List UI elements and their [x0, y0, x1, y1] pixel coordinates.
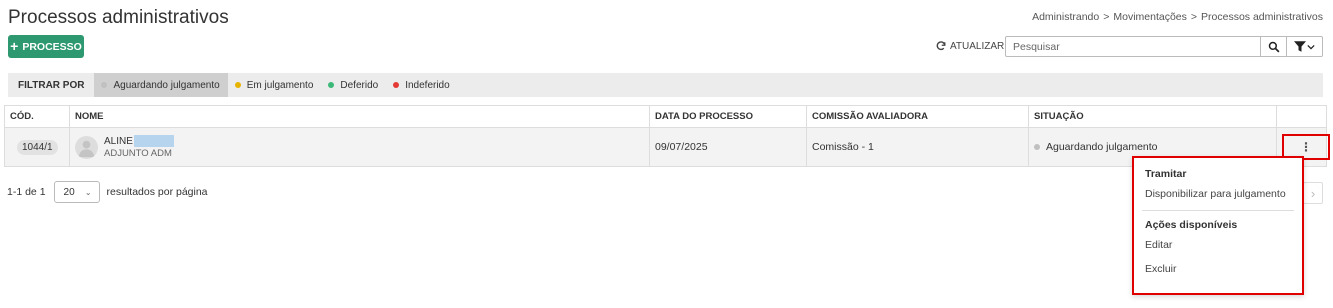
status-dot-icon [393, 82, 400, 88]
cell-committee: Comissão - 1 [806, 127, 1029, 167]
filter-chip-label: Aguardando julgamento [113, 79, 220, 91]
breadcrumb-separator: > [1103, 11, 1110, 23]
person-name: ALINE [104, 135, 133, 147]
status-dot-icon [1034, 144, 1040, 150]
filter-deferido[interactable]: Deferido [321, 73, 386, 97]
column-header-date[interactable]: DATA DO PROCESSO [649, 105, 807, 128]
cell-date: 09/07/2025 [649, 127, 807, 167]
menu-item-editar[interactable]: Editar [1134, 233, 1302, 257]
next-page-button[interactable]: › [1303, 182, 1323, 204]
process-table: CÓD. NOME DATA DO PROCESSO COMISSÃO AVAL… [4, 105, 1330, 167]
column-header-code[interactable]: CÓD. [4, 105, 70, 128]
search-icon [1268, 41, 1279, 52]
chevron-down-icon: ⌄ [84, 187, 92, 197]
funnel-icon [1294, 41, 1306, 52]
breadcrumb: Administrando > Movimentações > Processos ad… [1032, 11, 1323, 23]
row-actions-menu: Tramitar Disponibilizar para julgamento … [1132, 156, 1304, 295]
menu-section-acoes: Ações disponíveis [1145, 219, 1238, 231]
filter-em-julgamento[interactable]: Em julgamento [228, 73, 322, 97]
menu-section-tramitar: Tramitar [1145, 168, 1187, 180]
chevron-down-icon [1307, 44, 1315, 49]
column-header-name[interactable]: NOME [69, 105, 650, 128]
status-dot-icon [234, 82, 241, 88]
user-silhouette-icon [78, 140, 95, 157]
person-role: ADJUNTO ADM [104, 148, 172, 159]
refresh-icon [936, 41, 946, 51]
pagination: 1-1 de 1 20 ⌄ resultados por página [7, 181, 208, 203]
breadcrumb-item-current: Processos administrativos [1201, 11, 1323, 23]
column-header-committee[interactable]: COMISSÃO AVALIADORA [806, 105, 1029, 128]
filter-chip-label: Em julgamento [246, 79, 314, 91]
plus-icon: + [10, 38, 19, 54]
redacted-name-blur [133, 135, 174, 147]
search-button[interactable] [1260, 36, 1287, 57]
filter-label: FILTRAR POR [18, 79, 85, 91]
status-label: Aguardando julgamento [1046, 141, 1158, 153]
advanced-filter-button[interactable] [1287, 36, 1323, 57]
column-header-status[interactable]: SITUAÇÃO [1028, 105, 1277, 128]
avatar [75, 135, 98, 159]
filter-chip-label: Deferido [340, 79, 379, 91]
menu-item-excluir[interactable]: Excluir [1134, 257, 1302, 281]
column-header-actions [1276, 105, 1327, 128]
status-filter-bar: FILTRAR POR Aguardando julgamento Em jul… [8, 73, 1323, 97]
chevron-right-icon: › [1310, 185, 1316, 201]
page-size-value: 20 [63, 186, 75, 198]
filter-indeferido[interactable]: Indeferido [386, 73, 457, 97]
status-dot-icon [328, 82, 335, 88]
status-dot-icon [101, 82, 108, 88]
cell-code: 1044/1 [4, 127, 70, 167]
refresh-label: ATUALIZAR [950, 40, 1005, 52]
menu-item-disponibilizar[interactable]: Disponibilizar para julgamento [1134, 182, 1302, 206]
filter-chip-label: Indeferido [405, 79, 450, 91]
cell-name: ALINE ADJUNTO ADM [69, 127, 650, 167]
new-process-label: PROCESSO [22, 40, 82, 53]
result-range: 1-1 de 1 [7, 186, 46, 198]
refresh-button[interactable]: ATUALIZAR [935, 40, 1004, 52]
page-size-select[interactable]: 20 ⌄ [53, 181, 100, 203]
filter-aguardando-julgamento[interactable]: Aguardando julgamento [94, 73, 228, 97]
new-process-button[interactable]: + PROCESSO [8, 35, 84, 58]
table-header-row: CÓD. NOME DATA DO PROCESSO COMISSÃO AVAL… [4, 105, 1327, 128]
breadcrumb-item-movimentacoes[interactable]: Movimentações [1113, 11, 1187, 23]
search-input[interactable] [1005, 36, 1261, 57]
breadcrumb-separator: > [1190, 11, 1198, 23]
menu-divider [1142, 210, 1294, 211]
per-page-label: resultados por página [106, 186, 208, 198]
table-row[interactable]: 1044/1 ALINE ADJUNTO ADM 09/07/2025 Comi… [4, 127, 1330, 167]
code-badge: 1044/1 [17, 139, 58, 155]
breadcrumb-item-administrando[interactable]: Administrando [1032, 11, 1099, 23]
page-title: Processos administrativos [8, 7, 229, 28]
